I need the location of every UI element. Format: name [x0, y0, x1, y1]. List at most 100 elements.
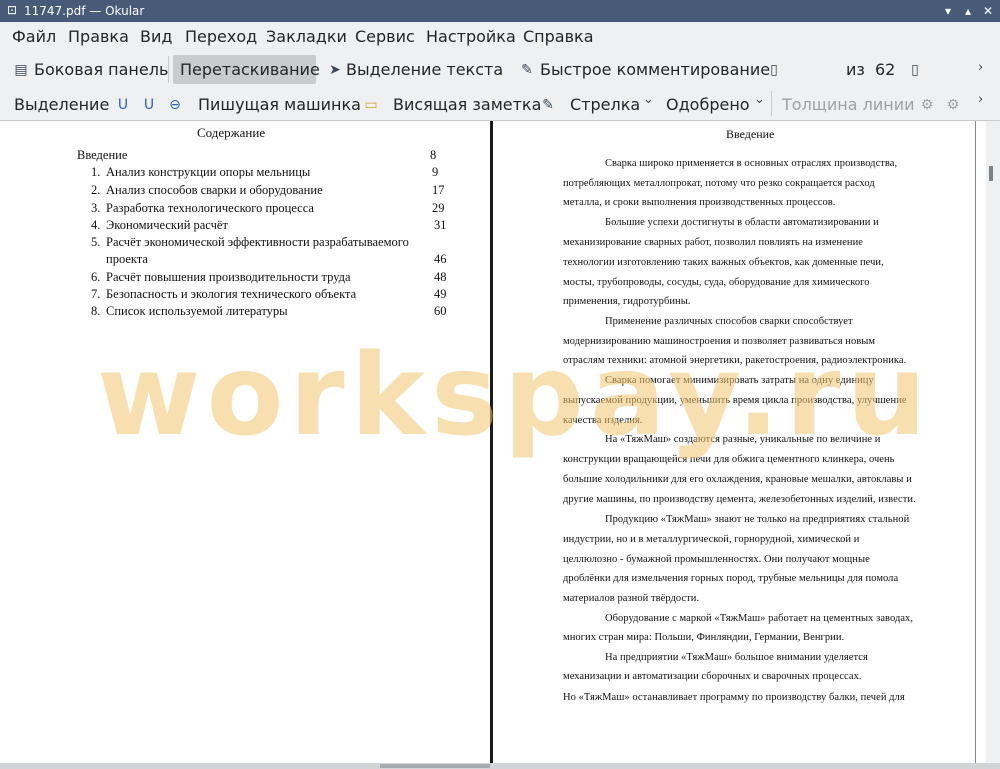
- menu-bar: Файл Правка Вид Переход Закладки Сервис …: [0, 22, 1000, 52]
- paragraph-line: механизирование сварных работ, позволил …: [563, 237, 863, 248]
- paragraph-line: Применение различных способов сварки спо…: [605, 316, 853, 327]
- toc-item-page: 49: [434, 287, 447, 301]
- toc-item-num: 2.: [91, 183, 101, 197]
- squiggle-icon[interactable]: U: [140, 96, 158, 114]
- okular-app-icon: ⊡: [6, 3, 18, 17]
- menu-help[interactable]: Справка: [523, 27, 594, 47]
- toc-intro-page: 8: [430, 148, 437, 162]
- menu-go[interactable]: Переход: [185, 27, 257, 47]
- menu-view[interactable]: Вид: [140, 27, 172, 47]
- strikeout-icon[interactable]: ⊖: [166, 96, 184, 114]
- page-divider: [490, 121, 493, 763]
- chevron-down-icon[interactable]: ⌄: [643, 92, 654, 107]
- paragraph-line: целлюлозно - бумажной промышленностях. О…: [563, 554, 870, 565]
- quick-annotate-button[interactable]: Быстрое комментирование: [540, 60, 770, 80]
- popup-note-button[interactable]: Висящая заметка: [393, 95, 541, 115]
- toc-item-label: Разработка технологического процесса: [106, 201, 314, 215]
- drag-mode-button[interactable]: Перетаскивание: [180, 60, 320, 80]
- font-icon[interactable]: ⚙: [944, 96, 962, 114]
- note-icon: ▭: [364, 97, 378, 113]
- chevron-down-icon[interactable]: ⌄: [754, 92, 765, 107]
- paragraph-line: Сварка помогает минимизировать затраты н…: [605, 375, 874, 386]
- annotation-toolbar: Выделение U U ⊖ Пишущая машинка ▭ Висяща…: [0, 87, 1000, 121]
- previous-page-icon[interactable]: ▯: [765, 61, 783, 79]
- close-icon[interactable]: ✕: [980, 3, 996, 19]
- toolbar-separator: [168, 56, 169, 83]
- toc-item-label-cont: проекта: [106, 252, 148, 266]
- paragraph-line: другие машины, по производству цемента, …: [563, 494, 916, 505]
- menu-settings[interactable]: Настройка: [426, 27, 516, 47]
- menu-file[interactable]: Файл: [12, 27, 56, 47]
- page-of-label: из: [846, 60, 865, 79]
- paragraph-line: материалов разной твёрдости.: [563, 593, 700, 604]
- horizontal-scrollbar[interactable]: [0, 763, 1000, 769]
- minimize-icon[interactable]: ▾: [940, 3, 956, 19]
- main-toolbar: ▤ Боковая панель Перетаскивание ➤ Выделе…: [0, 52, 1000, 137]
- quick-annotate-icon: ✎: [521, 62, 533, 78]
- color-icon[interactable]: ⚙: [918, 96, 936, 114]
- maximize-icon[interactable]: ▴: [960, 3, 976, 19]
- arrow-button[interactable]: Стрелка: [570, 95, 640, 115]
- toolbar-overflow-icon[interactable]: ›: [978, 92, 983, 107]
- toc-item-page: 31: [434, 218, 447, 232]
- next-page-icon[interactable]: ▯: [906, 61, 924, 79]
- sidebar-icon: ▤: [14, 62, 28, 78]
- paragraph-line: дроблёнки для измельчения горных пород, …: [563, 573, 899, 584]
- toolbar-overflow-icon[interactable]: ›: [978, 60, 983, 75]
- toc-item-num: 5.: [91, 235, 101, 249]
- paragraph-line: металла, и сроки выполнения производстве…: [563, 197, 836, 208]
- document-view[interactable]: Содержание Введение 8 1. Анализ конструк…: [0, 121, 986, 763]
- toc-item-label: Безопасность и экология технического объ…: [106, 287, 357, 301]
- vertical-scrollbar[interactable]: [986, 121, 1000, 763]
- toc-item-page: 17: [432, 183, 445, 197]
- paragraph-line: многих стран мира: Польши, Финляндии, Ге…: [563, 632, 845, 643]
- paragraph-line: индустрии, но и в металлургической, горн…: [563, 534, 860, 545]
- paragraph-line: выпускаемой продукции, уменьшить время ц…: [563, 395, 907, 406]
- paragraph-line: технологии изготовлению таких важных объ…: [563, 257, 884, 268]
- sidebar-button[interactable]: Боковая панель: [34, 60, 168, 80]
- paragraph-line: Продукцию «ТяжМаш» знают не только на пр…: [605, 514, 910, 525]
- section-title: Введение: [726, 127, 775, 141]
- toc-item-label: Расчёт повышения производительности труд…: [106, 270, 351, 284]
- paragraph-line: На предприятии «ТяжМаш» большое внимании…: [605, 652, 868, 663]
- toc-item-label: Расчёт экономической эффективности разра…: [106, 235, 409, 249]
- toc-item-num: 8.: [91, 304, 101, 318]
- paragraph-line: конструкции вращающейся печи для обжига …: [563, 454, 895, 465]
- text-cursor-icon: ➤: [329, 62, 341, 78]
- highlight-button[interactable]: Выделение: [14, 95, 109, 115]
- paragraph-line: Большие успехи достигнуты в области авто…: [605, 217, 879, 228]
- toc-item-label: Список используемой литературы: [106, 304, 288, 318]
- toc-item-page: 48: [434, 270, 447, 284]
- menu-edit[interactable]: Правка: [68, 27, 129, 47]
- toc-item-label: Экономический расчёт: [106, 218, 228, 232]
- toc-item-num: 6.: [91, 270, 101, 284]
- toc-item-page: 46: [434, 252, 447, 266]
- text-select-button[interactable]: Выделение текста: [346, 60, 503, 80]
- typewriter-button[interactable]: Пишущая машинка: [198, 95, 361, 115]
- toc-intro-label: Введение: [77, 148, 128, 162]
- toc-item-page: 29: [432, 201, 445, 215]
- toc-title: Содержание: [197, 125, 266, 140]
- scrollbar-thumb[interactable]: [380, 764, 490, 768]
- scrollbar-thumb[interactable]: [989, 166, 993, 181]
- toc-item-label: Анализ способов сварки и оборудование: [106, 183, 323, 197]
- toc-item-page: 60: [434, 304, 447, 318]
- paragraph-line: Но «ТяжМаш» останавливает программу по п…: [563, 692, 905, 703]
- toc-item-num: 3.: [91, 201, 101, 215]
- menu-bookmarks[interactable]: Закладки: [266, 27, 347, 47]
- toc-item-label: Анализ конструкции опоры мельницы: [106, 165, 311, 179]
- toc-item-page: 9: [432, 165, 439, 179]
- menu-tools[interactable]: Сервис: [355, 27, 415, 47]
- paragraph-line: механизации и автоматизации сборочных и …: [563, 671, 862, 682]
- line-width-button[interactable]: Толщина линии: [782, 95, 915, 115]
- paragraph-line: На «ТяжМаш» создаются разные, уникальные…: [605, 434, 881, 445]
- pen-icon[interactable]: ✎: [539, 96, 557, 114]
- toc-item-num: 7.: [91, 287, 101, 301]
- paragraph-line: Оборудование с маркой «ТяжМаш» работает …: [605, 613, 914, 624]
- paragraph-line: Сварка широко применяется в основных отр…: [605, 158, 898, 169]
- paragraph-line: мосты, трубопроводы, сосуды, суда, обору…: [563, 277, 870, 288]
- paragraph-line: качества изделия.: [563, 415, 643, 426]
- underline-icon[interactable]: U: [114, 96, 132, 114]
- toc-item-num: 1.: [91, 165, 101, 179]
- stamp-button[interactable]: Одобрено: [666, 95, 750, 115]
